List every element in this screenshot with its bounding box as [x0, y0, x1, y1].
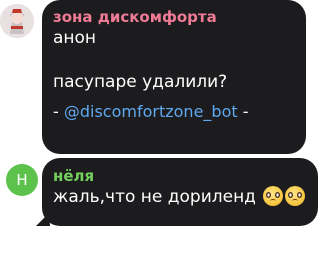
user-avatar[interactable]: Н	[6, 164, 38, 196]
message-footer: - @discomfortzone_bot -	[53, 101, 295, 123]
message-sender-name[interactable]: нёля	[53, 166, 307, 186]
message-bubble-2[interactable]: нёля жаль,что не дориленд	[42, 158, 318, 226]
footer-prefix: -	[53, 102, 64, 121]
message-bubble-1[interactable]: зона дискомфорта анон пасупаре удалили? …	[42, 0, 306, 154]
message-text: жаль,что не дориленд	[53, 186, 307, 208]
message-text-content: жаль,что не дориленд	[53, 187, 256, 207]
pleading-face-emoji-icon	[285, 186, 306, 206]
avatar-letter: Н	[16, 171, 28, 189]
footer-suffix: -	[237, 102, 249, 121]
pleading-face-emoji-icon	[263, 186, 284, 206]
message-text-line: анон	[53, 28, 97, 48]
bot-mention-link[interactable]: @discomfortzone_bot	[64, 102, 238, 121]
anime-figure-avatar-icon	[0, 4, 34, 38]
channel-avatar[interactable]	[0, 4, 34, 38]
message-text-line: пасупаре удалили?	[53, 72, 228, 92]
message-sender-name[interactable]: зона дискомфорта	[53, 7, 295, 27]
